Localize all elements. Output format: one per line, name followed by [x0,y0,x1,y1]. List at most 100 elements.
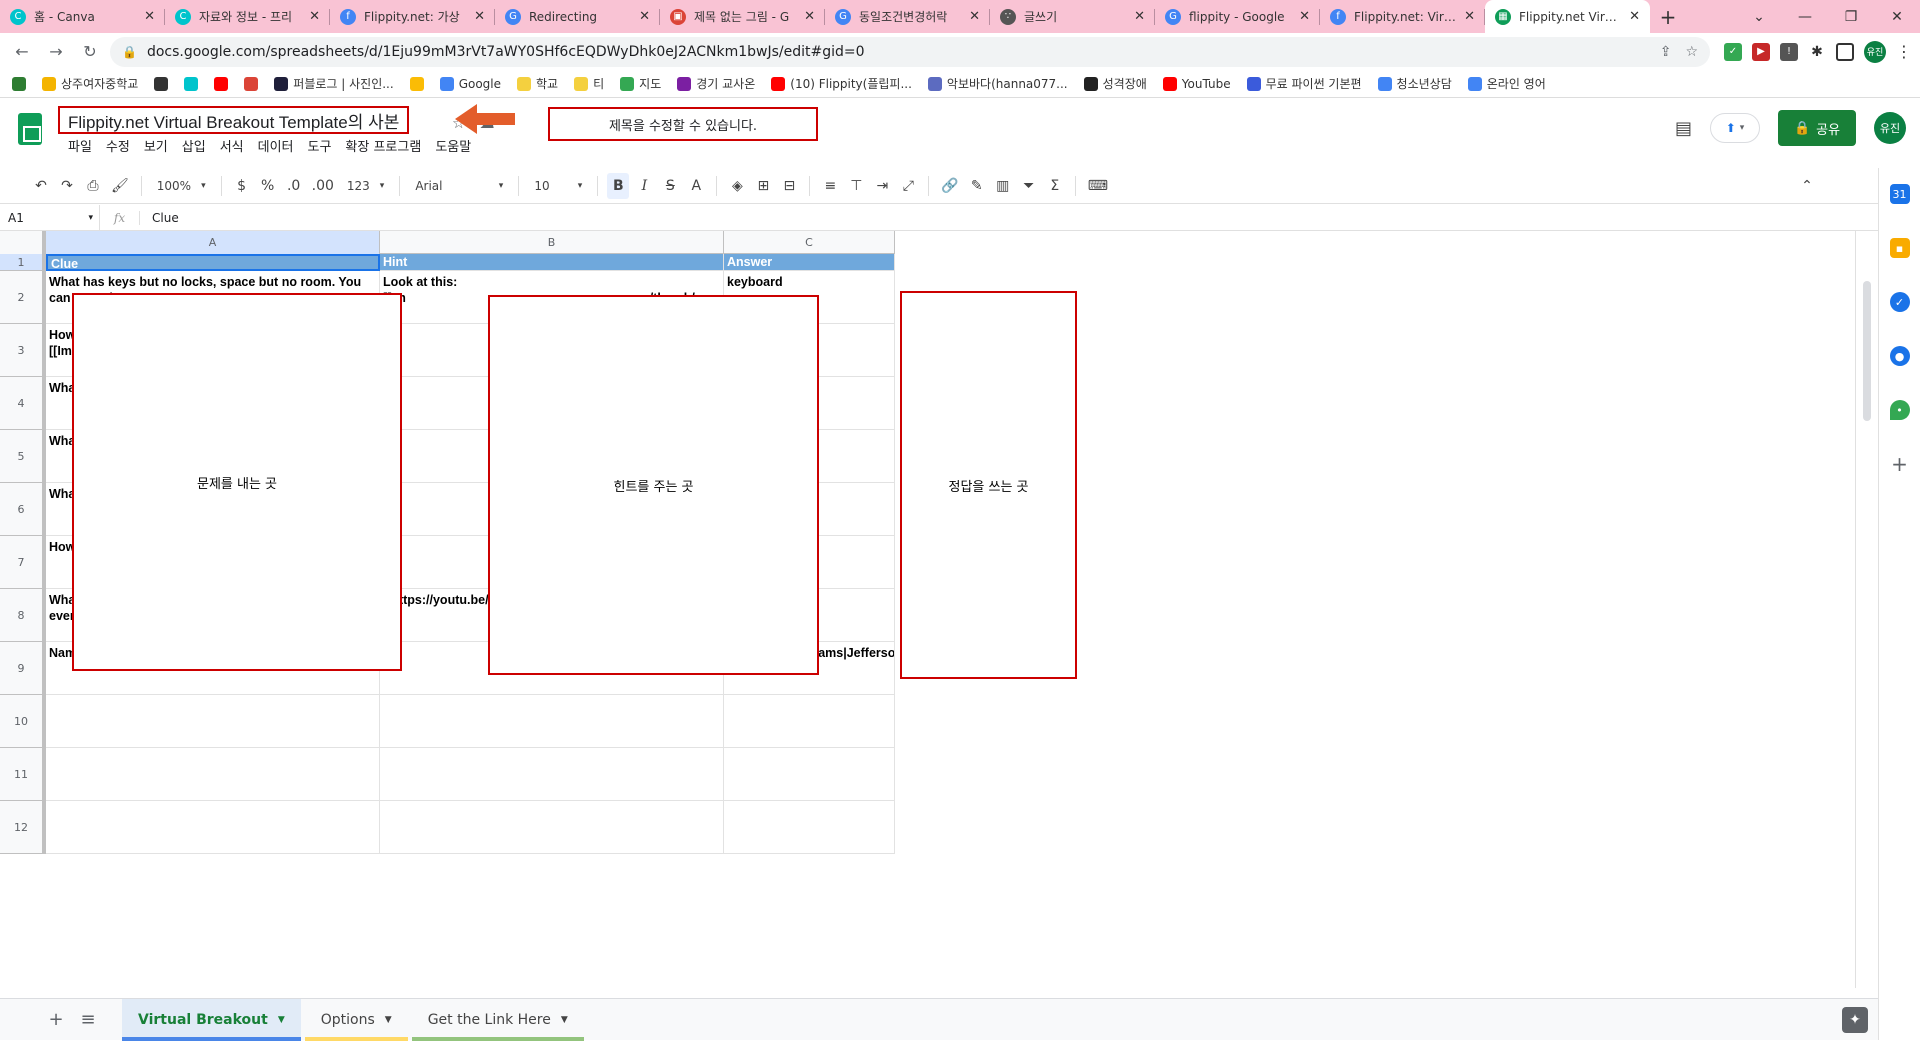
close-icon[interactable]: ✕ [1134,9,1145,24]
sheet-tab[interactable]: Get the Link Here ▼ [411,999,584,1041]
menu-item[interactable]: 보기 [144,136,168,155]
bookmark-item[interactable]: 지도 [620,75,661,92]
record-extension-icon[interactable]: ▶ [1752,42,1770,61]
row-header[interactable]: 11 [0,748,46,801]
bookmark-star-icon[interactable]: ☆ [1685,44,1698,60]
column-header[interactable]: C [724,231,895,254]
bookmark-item[interactable] [214,76,229,91]
sheet-tab[interactable]: Options ▼ [304,999,408,1041]
scrollbar-thumb[interactable] [1863,281,1871,421]
reader-extension-icon[interactable]: ! [1780,42,1798,61]
column-header[interactable]: A [46,231,380,254]
vertical-scrollbar[interactable] [1855,231,1878,988]
table-cell[interactable] [46,801,380,854]
url-text[interactable]: docs.google.com/spreadsheets/d/1Eju99mM3… [147,44,1650,60]
menu-item[interactable]: 데이터 [258,136,294,155]
close-icon[interactable]: ✕ [1464,9,1475,24]
menu-item[interactable]: 파일 [68,136,92,155]
add-addon-icon[interactable]: + [1890,452,1910,476]
browser-tab[interactable]: C 홈 - Canva ✕ [0,0,165,33]
paint-format-icon[interactable]: 🖌 [108,173,132,199]
bookmark-item[interactable] [409,76,424,91]
close-icon[interactable]: ✕ [1299,9,1310,24]
fill-color-icon[interactable]: ◈ [726,173,748,199]
italic-icon[interactable]: I [633,173,655,199]
redo-icon[interactable]: ↷ [56,173,78,199]
chevron-down-icon[interactable]: ▼ [561,1015,568,1025]
text-rotate-icon[interactable]: ⤢ [897,173,919,199]
explore-icon[interactable]: ✦ [1842,1007,1868,1033]
strikethrough-icon[interactable]: S [659,173,681,199]
font-size-select[interactable]: 10 ▾ [528,179,588,193]
table-cell[interactable] [380,748,724,801]
browser-tab[interactable]: G Redirecting ✕ [495,0,660,33]
bookmark-item[interactable]: 티 [574,75,604,92]
bookmark-item[interactable] [154,76,169,91]
sheets-logo-icon[interactable] [18,113,42,145]
row-header[interactable]: 6 [0,483,46,536]
bookmark-item[interactable]: 온라인 영어 [1467,75,1546,92]
row-header[interactable]: 8 [0,589,46,642]
row-header[interactable]: 12 [0,801,46,854]
increase-decimal-button[interactable]: .00 [309,173,337,199]
bookmark-item[interactable]: 경기 교사온 [677,75,755,92]
new-tab-icon[interactable]: + [1650,0,1686,33]
restore-icon[interactable]: ❐ [1828,0,1874,33]
table-cell[interactable] [380,695,724,748]
text-color-icon[interactable]: A [685,173,707,199]
vertical-align-icon[interactable]: ⊤ [845,173,867,199]
browser-tab[interactable]: Gflippity - Google ✕ [1155,0,1320,33]
row-header[interactable]: 4 [0,377,46,430]
bookmark-item[interactable] [184,76,199,91]
chevron-down-icon[interactable]: ▼ [385,1015,392,1025]
close-window-icon[interactable]: ✕ [1874,0,1920,33]
close-icon[interactable]: ✕ [474,9,485,24]
header-cell[interactable]: Hint [380,254,724,271]
close-icon[interactable]: ✕ [804,9,815,24]
horizontal-align-icon[interactable]: ≡ [819,173,841,199]
name-box[interactable]: A1 ▾ [0,205,100,230]
formula-input[interactable]: Clue [140,211,179,225]
chevron-down-icon[interactable]: ▼ [278,1015,285,1025]
close-icon[interactable]: ✕ [969,9,980,24]
menu-item[interactable]: 도움말 [435,136,471,155]
insert-chart-icon[interactable]: ▥ [992,173,1014,199]
tab-search-icon[interactable]: ⌄ [1736,0,1782,33]
close-icon[interactable]: ✕ [639,9,650,24]
all-sheets-icon[interactable]: ≡ [74,1006,102,1034]
insert-comment-icon[interactable]: ✎ [966,173,988,199]
row-header[interactable]: 1 [0,254,46,271]
table-cell[interactable] [724,748,895,801]
filter-icon[interactable]: ⏷ [1018,173,1040,199]
document-title[interactable]: Flippity.net Virtual Breakout Template의 … [58,106,410,134]
borders-icon[interactable]: ⊞ [752,173,774,199]
bold-icon[interactable]: B [607,172,630,199]
add-sheet-icon[interactable]: + [42,1006,70,1034]
bookmark-item[interactable] [244,76,259,91]
percent-format-button[interactable]: % [257,173,279,199]
functions-icon[interactable]: Σ [1044,173,1066,199]
table-cell[interactable] [46,748,380,801]
table-cell[interactable] [380,801,724,854]
close-icon[interactable]: ✕ [144,9,155,24]
bookmark-item[interactable]: 무료 파이썬 기본편 [1246,75,1362,92]
row-header[interactable]: 2 [0,271,46,324]
browser-tab[interactable]: ▦ Flippity.net Virtua ✕ [1485,0,1650,33]
select-all-corner[interactable] [0,231,46,254]
undo-icon[interactable]: ↶ [30,173,52,199]
keep-icon[interactable]: ▪ [1889,238,1910,258]
calendar-icon[interactable]: 31 [1889,184,1910,204]
bookmark-item[interactable]: (10) Flippity(플립피... [771,75,912,92]
lock-icon[interactable]: 🔒 [122,45,137,59]
table-cell[interactable] [724,801,895,854]
present-button[interactable]: ⬆ ▾ [1710,113,1760,143]
shield-extension-icon[interactable]: ✓ [1724,42,1742,61]
puzzle-extensions-icon[interactable]: ✱ [1808,42,1826,61]
browser-menu-icon[interactable]: ⋮ [1896,42,1912,61]
minimize-icon[interactable]: — [1782,0,1828,33]
insert-link-icon[interactable]: 🔗 [938,173,961,199]
maps-icon[interactable]: • [1889,400,1910,420]
avatar[interactable]: 유진 [1874,112,1906,144]
bookmark-item[interactable]: 퍼블로그 | 사진인... [274,75,394,92]
bookmark-item[interactable] [12,76,26,91]
